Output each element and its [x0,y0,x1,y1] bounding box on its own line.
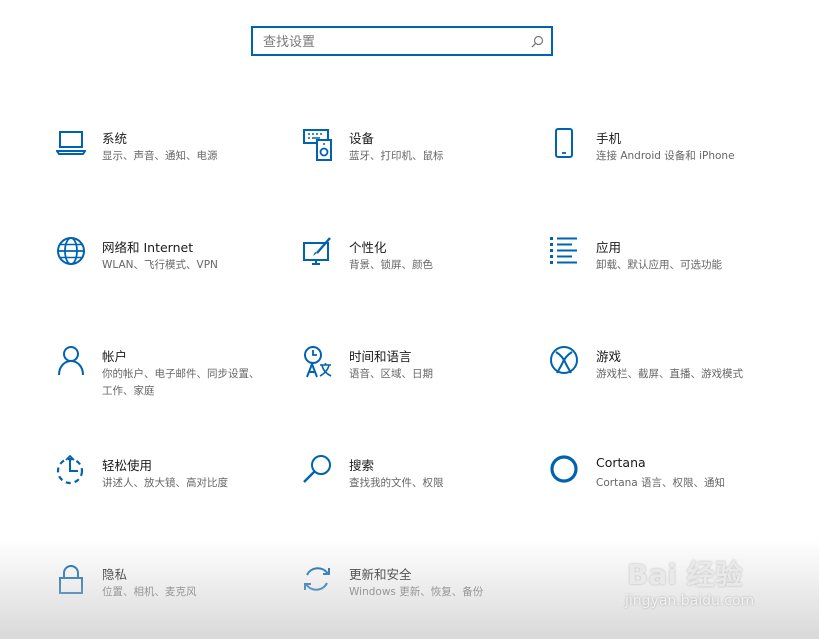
tile-description: 显示、声音、通知、电源 [102,150,218,162]
magnifier-icon [303,455,333,489]
tile-title: Cortana [596,455,646,470]
tile-title: 更新和安全 [349,567,412,582]
tile-description: 查找我的文件、权限 [349,477,444,489]
person-icon [56,346,86,380]
tile-description: Windows 更新、恢复、备份 [349,586,484,598]
tile-title: 系统 [102,131,128,146]
time-language-icon [303,346,333,380]
search-input[interactable] [261,31,525,53]
tile-description: 背景、锁屏、颜色 [349,259,433,271]
watermark-brand: Bai 经验 [627,558,743,591]
tile-network[interactable]: 网络和 Internet WLAN、飞行模式、VPN [56,237,276,297]
phone-icon [550,128,580,162]
tile-title: 轻松使用 [102,458,153,473]
xbox-icon [550,346,580,380]
globe-icon [56,237,86,271]
tile-title: 搜索 [349,458,375,473]
update-sync-icon [303,564,333,598]
tile-search[interactable]: 搜索 查找我的文件、权限 [303,455,523,515]
tile-description: 蓝牙、打印机、鼠标 [349,150,444,162]
tile-apps[interactable]: 应用 卸载、默认应用、可选功能 [550,237,770,297]
tile-title: 帐户 [102,349,128,364]
tile-accounts[interactable]: 帐户 你的帐户、电子邮件、同步设置、工作、家庭 [56,346,276,406]
paint-brush-icon [303,237,333,271]
tile-devices[interactable]: 设备 蓝牙、打印机、鼠标 [303,128,523,188]
tile-title: 个性化 [349,240,387,255]
tile-description: 卸载、默认应用、可选功能 [596,259,722,271]
tile-description: 位置、相机、麦克风 [102,586,197,598]
tile-system[interactable]: 系统 显示、声音、通知、电源 [56,128,276,188]
watermark: Bai 经验 jingyan.baidu.com [625,549,777,621]
tile-phone[interactable]: 手机 连接 Android 设备和 iPhone [550,128,770,188]
tile-title: 时间和语言 [349,349,412,364]
tile-description: Cortana 语言、权限、通知 [596,477,726,489]
tile-cortana[interactable]: Cortana Cortana 语言、权限、通知 [550,455,770,515]
search-box[interactable] [251,26,553,56]
tile-personalization[interactable]: 个性化 背景、锁屏、颜色 [303,237,523,297]
search-icon[interactable] [531,35,544,48]
apps-list-icon [550,237,580,271]
tile-description: WLAN、飞行模式、VPN [102,259,218,271]
keyboard-speaker-icon [303,128,333,162]
tile-title: 设备 [349,131,375,146]
tile-description: 游戏栏、截屏、直播、游戏模式 [596,368,743,380]
tile-privacy[interactable]: 隐私 位置、相机、麦克风 [56,564,276,624]
tile-description: 讲述人、放大镜、高对比度 [102,477,228,489]
tile-update-security[interactable]: 更新和安全 Windows 更新、恢复、备份 [303,564,523,624]
tile-title: 手机 [596,131,622,146]
tile-description: 你的帐户、电子邮件、同步设置、工作、家庭 [102,368,260,397]
tile-title: 网络和 Internet [102,240,194,255]
watermark-url: jingyan.baidu.com [625,593,755,609]
tile-title: 应用 [596,240,622,255]
cortana-icon [550,455,580,489]
tile-description: 语音、区域、日期 [349,368,433,380]
tile-title: 游戏 [596,349,622,364]
tile-gaming[interactable]: 游戏 游戏栏、截屏、直播、游戏模式 [550,346,770,406]
tile-ease-of-access[interactable]: 轻松使用 讲述人、放大镜、高对比度 [56,455,276,515]
lock-icon [56,564,86,598]
tile-description: 连接 Android 设备和 iPhone [596,150,735,162]
laptop-icon [56,128,86,162]
tile-title: 隐私 [102,567,128,582]
tile-time-language[interactable]: 时间和语言 语音、区域、日期 [303,346,523,406]
ease-of-access-icon [56,455,86,489]
